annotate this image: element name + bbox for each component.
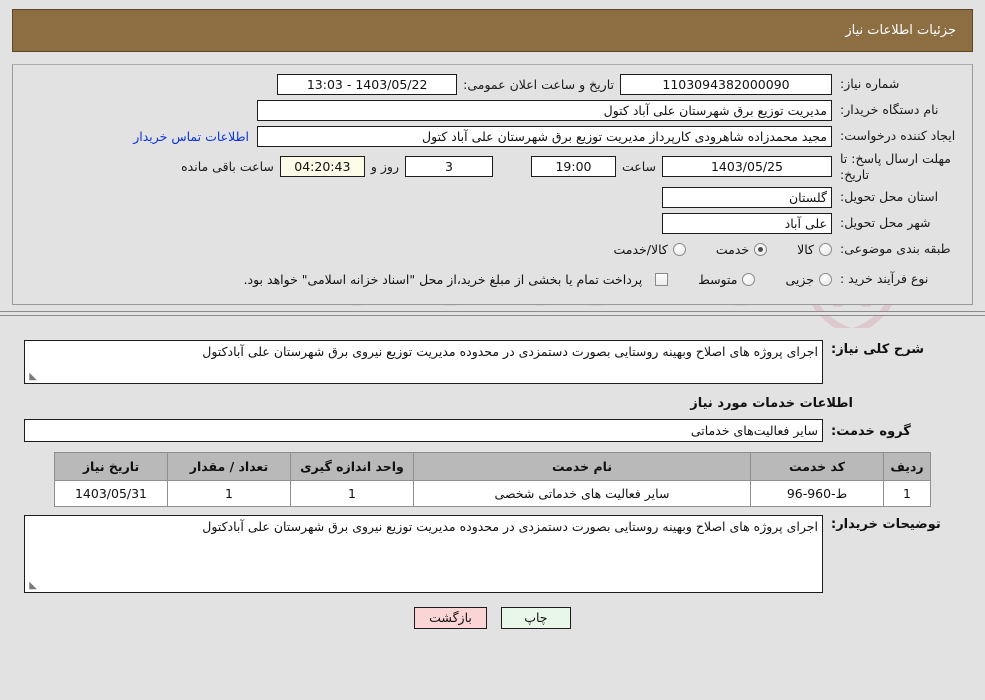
- details-panel: شرح کلی نیاز: اجرای پروژه های اصلاح وبهی…: [12, 328, 973, 640]
- services-table: ردیف کد خدمت نام خدمت واحد اندازه گیری ت…: [54, 452, 931, 508]
- row-request-creator: ایجاد کننده درخواست: مجید محمدزاده شاهرو…: [13, 125, 972, 147]
- services-section-heading: اطلاعات خدمات مورد نیاز: [690, 396, 853, 412]
- category-option-kala[interactable]: کالا: [797, 242, 832, 257]
- row-purchase-process: نوع فرآیند خرید : جزیی متوسط پرداخت تمام…: [13, 268, 972, 290]
- remaining-days-value[interactable]: 3: [404, 156, 493, 178]
- announce-value[interactable]: 1403/05/22 - 13:03: [277, 73, 458, 95]
- footer-button-bar: چاپ بازگشت: [12, 607, 973, 630]
- deadline-time-value[interactable]: 19:00: [530, 156, 616, 178]
- buyer-notes-value: اجرای پروژه های اصلاح وبهینه روستایی بصو…: [202, 519, 818, 535]
- page-title: جزئیات اطلاعات نیاز: [845, 23, 956, 38]
- creator-label: ایجاد کننده درخواست:: [840, 127, 956, 143]
- need-number-label: شماره نیاز:: [840, 75, 900, 91]
- row-general-description: شرح کلی نیاز: اجرای پروژه های اصلاح وبهی…: [24, 340, 961, 385]
- province-label: استان محل تحویل:: [840, 188, 939, 204]
- process-option-jozei-label: جزیی: [785, 271, 814, 287]
- buyer-org-label: نام دستگاه خریدار:: [840, 101, 939, 117]
- need-number-value[interactable]: 1103094382000090: [620, 73, 832, 95]
- radio-icon-kala[interactable]: [819, 242, 832, 256]
- cell-need-date: 1403/05/31: [54, 480, 168, 508]
- hour-label: ساعت: [621, 159, 656, 175]
- table-row: 1 ط-960-96 سایر فعالیت های خدماتی شخصی 1…: [54, 480, 931, 508]
- deadline-date-value[interactable]: 1403/05/25: [662, 156, 832, 178]
- buyer-org-value[interactable]: مدیریت توزیع برق شهرستان علی آباد کتول: [257, 99, 832, 121]
- treasury-note-label: پرداخت تمام یا بخشی از مبلغ خرید،از محل …: [243, 271, 643, 287]
- section-divider: [0, 311, 985, 317]
- print-button[interactable]: چاپ: [500, 607, 571, 630]
- back-button[interactable]: بازگشت: [414, 607, 487, 630]
- row-service-group: گروه خدمت: سایر فعالیت‌های خدماتی: [24, 419, 961, 443]
- process-option-motavaset-label: متوسط: [698, 271, 738, 287]
- resize-grip-icon-notes[interactable]: ◣: [27, 581, 37, 591]
- process-label: نوع فرآیند خرید :: [840, 270, 929, 286]
- row-buyer-notes: توضیحات خریدار: اجرای پروژه های اصلاح وب…: [24, 515, 961, 594]
- resize-grip-icon[interactable]: ◣: [27, 372, 37, 382]
- row-need-number: شماره نیاز: 1103094382000090 تاریخ و ساع…: [13, 73, 972, 95]
- services-table-wrapper: ردیف کد خدمت نام خدمت واحد اندازه گیری ت…: [54, 452, 931, 508]
- th-quantity: تعداد / مقدار: [167, 452, 291, 482]
- cell-unit: 1: [290, 480, 414, 508]
- announce-label: تاریخ و ساعت اعلان عمومی:: [463, 76, 614, 92]
- th-service-name: نام خدمت: [413, 452, 751, 482]
- th-service-code: کد خدمت: [750, 452, 884, 482]
- process-option-jozei[interactable]: جزیی: [785, 272, 832, 287]
- category-option-kala-khedmat[interactable]: کالا/خدمت: [613, 241, 686, 257]
- category-radio-group: کالا خدمت کالا/خدمت: [583, 242, 832, 257]
- checkbox-icon-treasury[interactable]: [655, 272, 669, 286]
- th-unit: واحد اندازه گیری: [290, 452, 414, 482]
- description-textarea[interactable]: اجرای پروژه های اصلاح وبهینه روستایی بصو…: [24, 340, 823, 385]
- row-buyer-org: نام دستگاه خریدار: مدیریت توزیع برق شهرس…: [13, 99, 972, 121]
- cell-radif: 1: [883, 480, 931, 508]
- creator-value[interactable]: مجید محمدزاده شاهرودی کارپرداز مدیریت تو…: [257, 125, 832, 147]
- remaining-label: ساعت باقی مانده: [181, 159, 274, 175]
- description-value: اجرای پروژه های اصلاح وبهینه روستایی بصو…: [202, 344, 818, 360]
- province-value[interactable]: گلستان: [662, 186, 832, 208]
- page-title-bar: جزئیات اطلاعات نیاز: [12, 9, 973, 52]
- category-option-khedmat[interactable]: خدمت: [715, 241, 768, 257]
- buyer-contact-link[interactable]: اطلاعات تماس خریدار: [125, 129, 257, 144]
- process-radio-group: جزیی متوسط پرداخت تمام یا بخشی از مبلغ خ…: [214, 272, 832, 287]
- table-header-row: ردیف کد خدمت نام خدمت واحد اندازه گیری ت…: [54, 452, 931, 482]
- service-group-label: گروه خدمت:: [831, 424, 911, 440]
- buyer-notes-label: توضیحات خریدار:: [831, 517, 941, 533]
- service-group-value[interactable]: سایر فعالیت‌های خدماتی: [24, 419, 823, 443]
- radio-icon-motavaset[interactable]: [742, 272, 756, 286]
- buyer-notes-textarea[interactable]: اجرای پروژه های اصلاح وبهینه روستایی بصو…: [24, 515, 823, 594]
- th-radif: ردیف: [883, 452, 931, 482]
- page-root: جزئیات اطلاعات نیاز شماره نیاز: 11030943…: [0, 9, 985, 640]
- treasury-bond-option[interactable]: پرداخت تمام یا بخشی از مبلغ خرید،از محل …: [244, 272, 669, 287]
- category-option-kala-label: کالا: [797, 241, 814, 257]
- radio-icon-jozei[interactable]: [819, 272, 832, 286]
- th-need-date: تاریخ نیاز: [54, 452, 168, 482]
- deadline-label: مهلت ارسال پاسخ: تا تاریخ:: [840, 151, 951, 182]
- category-option-kala-khedmat-label: کالا/خدمت: [613, 241, 668, 257]
- radio-icon-khedmat-selected[interactable]: [754, 242, 768, 256]
- process-option-motavaset[interactable]: متوسط: [698, 271, 756, 287]
- city-value[interactable]: علی آباد: [662, 212, 832, 234]
- row-delivery-province: استان محل تحویل: گلستان: [13, 186, 972, 208]
- cell-service-name: سایر فعالیت های خدماتی شخصی: [413, 480, 751, 508]
- remaining-time-value: 04:20:43: [279, 156, 365, 178]
- cell-quantity: 1: [167, 480, 291, 508]
- days-label: روز و: [370, 159, 399, 175]
- row-subject-category: طبقه بندی موضوعی: کالا خدمت کالا/خدمت: [13, 238, 972, 260]
- summary-panel: شماره نیاز: 1103094382000090 تاریخ و ساع…: [12, 64, 973, 306]
- city-label: شهر محل تحویل:: [840, 214, 931, 230]
- row-delivery-city: شهر محل تحویل: علی آباد: [13, 212, 972, 234]
- row-response-deadline: مهلت ارسال پاسخ: تا تاریخ: 1403/05/25 سا…: [13, 151, 972, 182]
- radio-icon-kala-khedmat[interactable]: [672, 242, 686, 256]
- category-label: طبقه بندی موضوعی:: [840, 240, 951, 256]
- category-option-khedmat-label: خدمت: [715, 241, 750, 257]
- description-label: شرح کلی نیاز:: [831, 342, 925, 358]
- cell-service-code: ط-960-96: [750, 480, 884, 508]
